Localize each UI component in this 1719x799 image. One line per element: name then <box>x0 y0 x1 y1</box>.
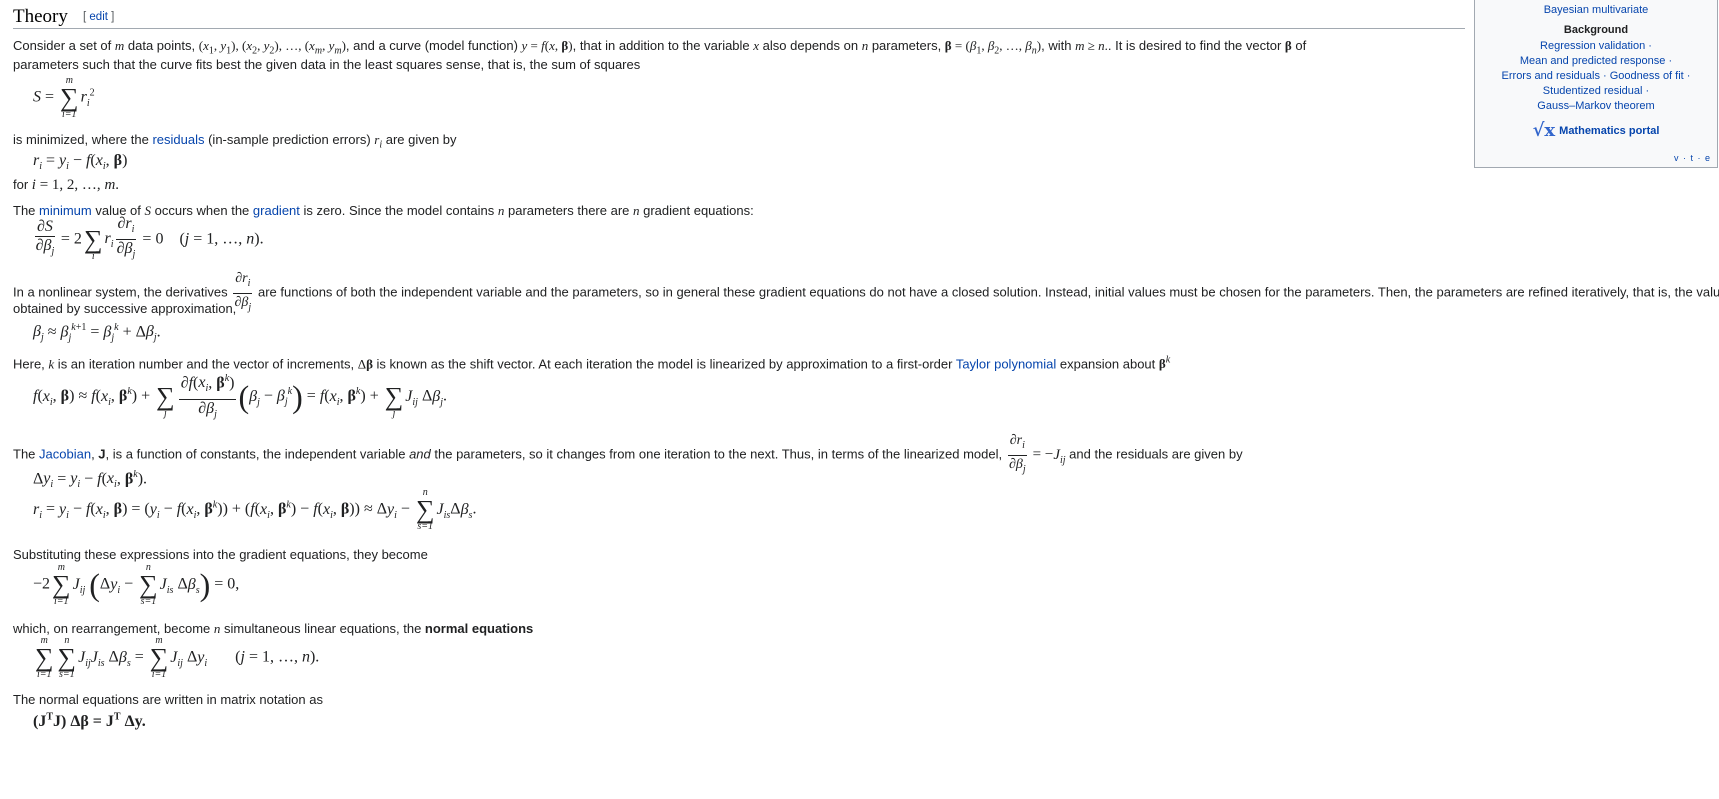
jacobian-link[interactable]: Jacobian <box>39 447 91 462</box>
equation-iteration: βj ≈ βjk+1 = βjk + Δβj. <box>33 322 161 344</box>
navbox-link-line-3[interactable]: Errors and residuals · Goodness of fit · <box>1475 69 1717 83</box>
equation-matrix: (JTJ) Δβ = JT Δy. <box>33 712 146 731</box>
paragraph-matrix-notation: The normal equations are written in matr… <box>13 692 323 707</box>
navbox-link-line-5[interactable]: Gauss–Markov theorem <box>1475 99 1717 113</box>
equation-sum-of-squares: S = m ∑ i=1 ri2 <box>33 75 95 120</box>
equation-substituted: −2 m ∑ i=1 Jij (Δyi − n ∑ s=1 Jis Δβs) = 0, <box>33 562 240 607</box>
equation-normal: m ∑ i=1 n ∑ s=1 JijJis Δβs = m ∑ i=1 Jij Δyi (j =… <box>35 635 320 680</box>
residuals-link[interactable]: residuals <box>152 132 204 147</box>
paragraph-intro-line2: parameters such that the curve fits best… <box>13 57 641 72</box>
section-heading: Theory [ edit ] <box>13 6 1465 29</box>
equation-residual-linearized: ri = yi − f(xi, β) = (yi − f(xi, βk)) + … <box>33 487 477 532</box>
navbox-link-bayesian-multivariate[interactable]: Bayesian multivariate <box>1475 3 1717 17</box>
paragraph-residuals: is minimized, where the residuals (in-sa… <box>13 132 457 151</box>
paragraph-nonlinear-line2: obtained by successive approximation, <box>13 301 237 316</box>
sqrt-x-icon: √x <box>1532 120 1556 142</box>
equation-gradient: ∂S ∂βj = 2 ∑ i ri ∂ri ∂βj = 0 (j = 1, …, n). <box>35 215 264 262</box>
paragraph-substituting: Substituting these expressions into the … <box>13 547 428 562</box>
navbox-link-line-1[interactable]: Regression validation · <box>1475 39 1717 53</box>
edit-section-link[interactable]: [ edit ] <box>83 11 114 23</box>
navbox-section-header: Background <box>1563 24 1629 36</box>
navbox-portal[interactable]: √x Mathematics portal <box>1475 122 1717 140</box>
equation-residual: ri = yi − f(xi, β) <box>33 152 128 173</box>
paragraph-for-i: for i = 1, 2, …, m. <box>13 177 120 193</box>
section-title: Theory <box>13 6 68 27</box>
paragraph-jacobian: The Jacobian, J, is a function of consta… <box>13 433 1243 475</box>
paragraph-nonlinear: In a nonlinear system, the derivatives ∂… <box>13 271 1719 313</box>
navbox-link-line-4[interactable]: Studentized residual · <box>1475 84 1717 98</box>
equation-taylor: f(xi, β) ≈ f(xi, βk) + ∑ j ∂f(xi, βk) ∂βj (β… <box>33 370 447 424</box>
navbox-link-line-2[interactable]: Mean and predicted response · <box>1475 54 1717 68</box>
regression-navbox: Bayesian multivariate Background Regress… <box>1474 0 1718 168</box>
navbox-vte-links[interactable]: v · t · e <box>1674 153 1711 163</box>
taylor-polynomial-link[interactable]: Taylor polynomial <box>956 356 1056 371</box>
mathematics-portal-link[interactable]: Mathematics portal <box>1559 125 1659 137</box>
